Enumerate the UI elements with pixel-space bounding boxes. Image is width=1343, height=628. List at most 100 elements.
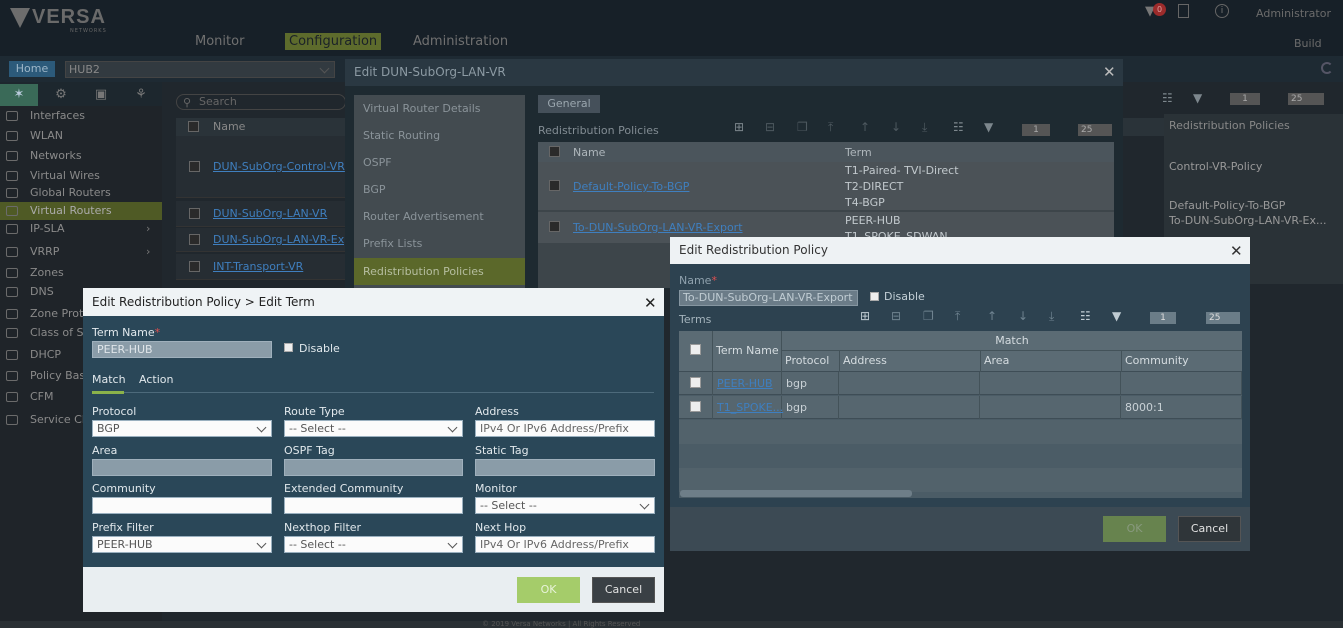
horizontal-scrollbar[interactable] — [680, 490, 912, 497]
row-checkbox[interactable] — [189, 261, 200, 272]
page-size-select[interactable]: 25 — [1288, 93, 1324, 105]
columns-icon[interactable]: ☷ — [1080, 309, 1091, 323]
policy-name-input[interactable]: To-DUN-SubOrg-LAN-VR-Export — [679, 290, 858, 306]
nexthop-filter-select[interactable]: -- Select -- — [284, 536, 463, 553]
nav-configuration[interactable]: Configuration — [285, 33, 382, 50]
select-all-checkbox[interactable] — [690, 344, 701, 355]
menu-bgp[interactable]: BGP — [354, 176, 525, 203]
static-tag-input[interactable] — [475, 459, 655, 476]
move-bottom-icon[interactable]: ⤓ — [922, 120, 927, 135]
menu-redistribution-policies[interactable]: Redistribution Policies — [354, 258, 525, 285]
tab-match[interactable]: Match — [92, 373, 126, 386]
ok-button[interactable]: OK — [1103, 516, 1166, 542]
area-input[interactable] — [92, 459, 272, 476]
close-icon[interactable]: ✕ — [1103, 63, 1116, 81]
search-input[interactable]: ⚲ Search — [176, 94, 346, 110]
move-up-icon[interactable]: ↑ — [860, 120, 870, 134]
nav-administration[interactable]: Administration — [413, 34, 508, 49]
row-checkbox[interactable] — [690, 401, 701, 412]
move-up-icon[interactable]: ↑ — [987, 309, 997, 323]
organization-select[interactable]: HUB2 — [65, 61, 335, 78]
menu-router-advertisement[interactable]: Router Advertisement — [354, 203, 525, 230]
cube-tab-icon[interactable]: ▣ — [82, 84, 120, 106]
menu-ospf[interactable]: OSPF — [354, 149, 525, 176]
ospf-tag-input[interactable] — [284, 459, 463, 476]
disable-checkbox[interactable] — [284, 343, 293, 352]
columns-icon[interactable]: ☷ — [1162, 91, 1173, 105]
page-size-select[interactable]: 25 — [1206, 312, 1240, 324]
tasks-icon[interactable] — [1178, 4, 1189, 18]
remove-icon[interactable]: ⊟ — [765, 120, 775, 134]
columns-icon[interactable]: ☷ — [953, 120, 964, 134]
term-name-input[interactable]: PEER-HUB — [92, 341, 272, 358]
row-checkbox[interactable] — [189, 161, 200, 172]
page-size-select[interactable]: 25 — [1078, 124, 1112, 136]
gear-tab-icon[interactable]: ⚙ — [42, 84, 80, 106]
page-input[interactable]: 1 — [1022, 124, 1050, 136]
row-name-link[interactable]: DUN-SubOrg-LAN-VR — [213, 207, 327, 220]
sidebar-item-virtual-wires[interactable]: Virtual Wires — [0, 167, 162, 185]
menu-static-routing[interactable]: Static Routing — [354, 122, 525, 149]
tab-action[interactable]: Action — [139, 373, 173, 386]
menu-prefix-lists[interactable]: Prefix Lists — [354, 230, 525, 257]
row-checkbox[interactable] — [549, 221, 560, 232]
add-icon[interactable]: ⊞ — [860, 309, 870, 323]
term-name-link[interactable]: PEER-HUB — [712, 372, 782, 395]
move-top-icon[interactable]: ⤒ — [955, 309, 960, 324]
community-input[interactable] — [92, 497, 272, 514]
menu-virtual-router-details[interactable]: Virtual Router Details — [354, 95, 525, 122]
close-icon[interactable]: ✕ — [1230, 242, 1243, 260]
refresh-icon[interactable] — [1321, 62, 1333, 74]
route-type-select[interactable]: -- Select -- — [284, 420, 463, 437]
prefix-filter-select[interactable]: PEER-HUB — [92, 536, 272, 553]
close-icon[interactable]: ✕ — [644, 294, 657, 312]
sidebar-item-interfaces[interactable]: Interfaces — [0, 107, 162, 125]
filter-icon[interactable]: ▼ — [984, 120, 993, 134]
move-top-icon[interactable]: ⤒ — [828, 120, 833, 135]
row-name-link[interactable]: DUN-SubOrg-Control-VR — [213, 160, 345, 173]
row-checkbox[interactable] — [189, 234, 200, 245]
sidebar-item-global-routers[interactable]: Global Routers — [0, 184, 162, 202]
row-checkbox[interactable] — [690, 377, 701, 388]
page-input[interactable]: 1 — [1230, 93, 1260, 105]
services-tab-icon[interactable]: ⚘ — [122, 84, 160, 106]
filter-icon[interactable]: ▼ — [1193, 91, 1202, 105]
page-input[interactable]: 1 — [1150, 312, 1176, 324]
sidebar-item-wlan[interactable]: WLAN — [0, 127, 162, 145]
policy-name-link[interactable]: To-DUN-SubOrg-LAN-VR-Export — [573, 221, 743, 234]
sidebar-item-ip-sla[interactable]: IP-SLA › — [0, 220, 162, 238]
row-checkbox[interactable] — [189, 208, 200, 219]
add-icon[interactable]: ⊞ — [734, 120, 744, 134]
user-menu[interactable]: Administrator — [1256, 7, 1331, 20]
network-tab-icon[interactable]: ✶ — [0, 84, 38, 106]
sidebar-item-networks[interactable]: Networks — [0, 147, 162, 165]
sidebar-item-vrrp[interactable]: VRRP › — [0, 243, 162, 261]
move-down-icon[interactable]: ↓ — [1018, 309, 1028, 323]
row-checkbox[interactable] — [549, 180, 560, 191]
select-all-checkbox[interactable] — [188, 121, 199, 132]
cancel-button[interactable]: Cancel — [1178, 516, 1241, 542]
row-name-link[interactable]: INT-Transport-VR — [213, 260, 303, 273]
info-icon[interactable]: i — [1215, 4, 1229, 18]
move-bottom-icon[interactable]: ⤓ — [1049, 309, 1054, 324]
address-input[interactable]: IPv4 Or IPv6 Address/Prefix — [475, 420, 655, 437]
select-all-checkbox[interactable] — [549, 146, 560, 157]
next-hop-input[interactable]: IPv4 Or IPv6 Address/Prefix — [475, 536, 655, 553]
monitor-select[interactable]: -- Select -- — [475, 497, 655, 514]
filter-icon[interactable]: ▼ — [1112, 309, 1121, 323]
policy-name-link[interactable]: Default-Policy-To-BGP — [573, 180, 689, 193]
sidebar-item-virtual-routers[interactable]: Virtual Routers — [0, 202, 162, 220]
nav-monitor[interactable]: Monitor — [195, 34, 244, 49]
disable-checkbox[interactable] — [870, 292, 879, 301]
protocol-select[interactable]: BGP — [92, 420, 272, 437]
sidebar-item-zones[interactable]: Zones — [0, 264, 162, 282]
term-name-link[interactable]: T1_SPOKE... — [712, 396, 783, 419]
move-down-icon[interactable]: ↓ — [891, 120, 901, 134]
home-button[interactable]: Home — [9, 61, 55, 77]
clone-icon[interactable]: ❐ — [797, 120, 808, 134]
tab-general[interactable]: General — [538, 95, 600, 113]
remove-icon[interactable]: ⊟ — [891, 309, 901, 323]
extended-community-input[interactable] — [284, 497, 463, 514]
clone-icon[interactable]: ❐ — [923, 309, 934, 323]
ok-button[interactable]: OK — [517, 577, 580, 603]
